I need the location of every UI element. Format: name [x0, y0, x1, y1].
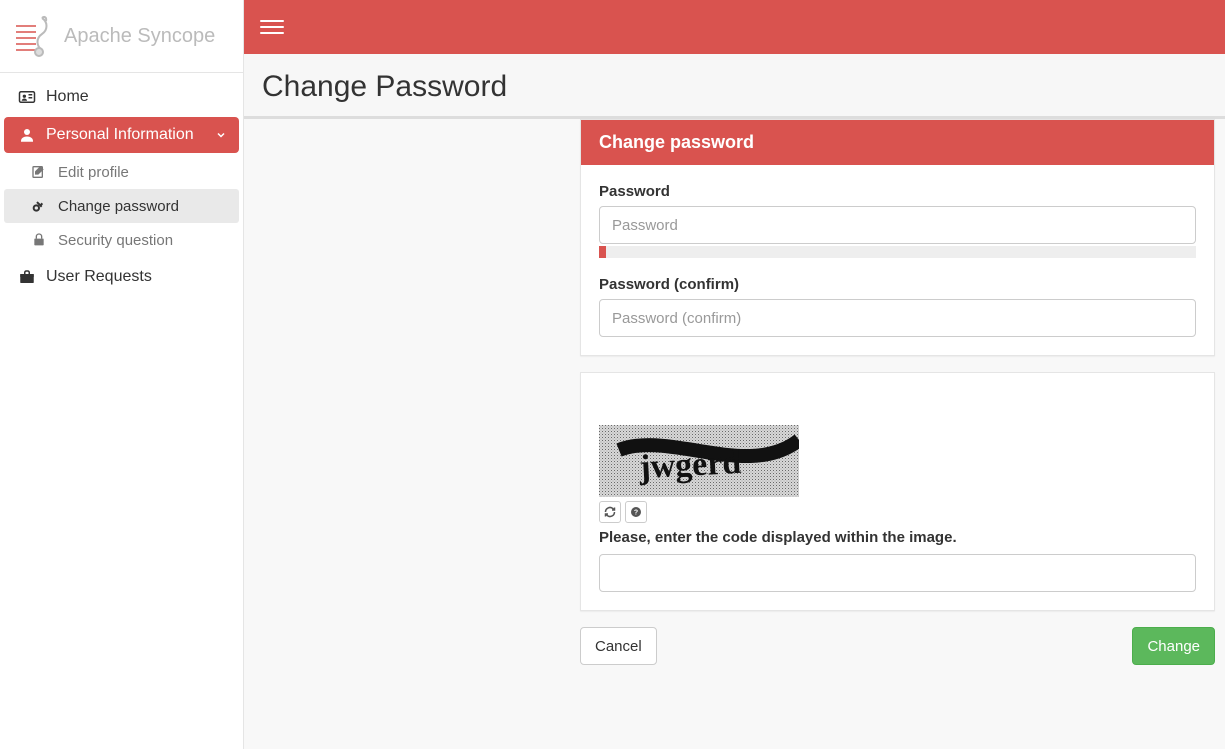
sidebar: Apache Syncope Home Personal Information: [0, 0, 244, 749]
sidebar-item-label: Home: [46, 88, 89, 106]
id-card-icon: [18, 88, 36, 106]
sidebar-item-label: Edit profile: [58, 164, 129, 181]
page-title: Change Password: [262, 70, 1207, 104]
edit-icon: [30, 163, 48, 181]
sidebar-item-label: Security question: [58, 232, 173, 249]
syncope-logo-icon: [14, 12, 54, 60]
content: Change password Password Password (confi…: [244, 119, 1225, 685]
sidebar-item-home[interactable]: Home: [0, 79, 243, 115]
sidebar-item-personal-information[interactable]: Personal Information: [4, 117, 239, 153]
brand: Apache Syncope: [0, 0, 243, 73]
lock-icon: [30, 231, 48, 249]
password-strength-meter: [599, 246, 1196, 258]
menu-toggle-icon[interactable]: [260, 15, 284, 39]
svg-text:?: ?: [634, 510, 638, 517]
sidebar-nav: Home Personal Information Edit profile: [0, 73, 243, 301]
captcha-image: jwgerd: [599, 425, 799, 497]
password-confirm-input[interactable]: [599, 299, 1196, 337]
sidebar-item-security-question[interactable]: Security question: [4, 223, 239, 257]
main: Change Password Change password Password…: [244, 0, 1225, 749]
captcha-prompt: Please, enter the code displayed within …: [599, 529, 1196, 546]
sidebar-item-edit-profile[interactable]: Edit profile: [4, 155, 239, 189]
panel-title: Change password: [581, 120, 1214, 165]
captcha-help-button[interactable]: ?: [625, 501, 647, 523]
chevron-down-icon: [215, 129, 227, 141]
briefcase-icon: [18, 268, 36, 286]
key-icon: [30, 197, 48, 215]
brand-name: Apache Syncope: [64, 25, 215, 48]
captcha-input[interactable]: [599, 554, 1196, 592]
sidebar-submenu: Edit profile Change password Security qu…: [4, 155, 239, 257]
cancel-button[interactable]: Cancel: [580, 627, 657, 665]
password-input[interactable]: [599, 206, 1196, 244]
captcha-panel: jwgerd ? Please, enter the code displaye…: [580, 372, 1215, 611]
sidebar-item-change-password[interactable]: Change password: [4, 189, 239, 223]
password-label: Password: [599, 183, 1196, 200]
change-password-panel: Change password Password Password (confi…: [580, 119, 1215, 356]
form-actions: Cancel Change: [580, 627, 1215, 665]
submit-button[interactable]: Change: [1132, 627, 1215, 665]
page-header: Change Password: [244, 54, 1225, 117]
sidebar-item-label: User Requests: [46, 268, 152, 286]
svg-text:jwgerd: jwgerd: [637, 444, 742, 486]
password-confirm-label: Password (confirm): [599, 276, 1196, 293]
sidebar-item-label: Personal Information: [46, 126, 194, 144]
sidebar-item-label: Change password: [58, 198, 179, 215]
topbar: [244, 0, 1225, 54]
captcha-reload-button[interactable]: [599, 501, 621, 523]
user-icon: [18, 126, 36, 144]
sidebar-item-user-requests[interactable]: User Requests: [0, 259, 243, 295]
